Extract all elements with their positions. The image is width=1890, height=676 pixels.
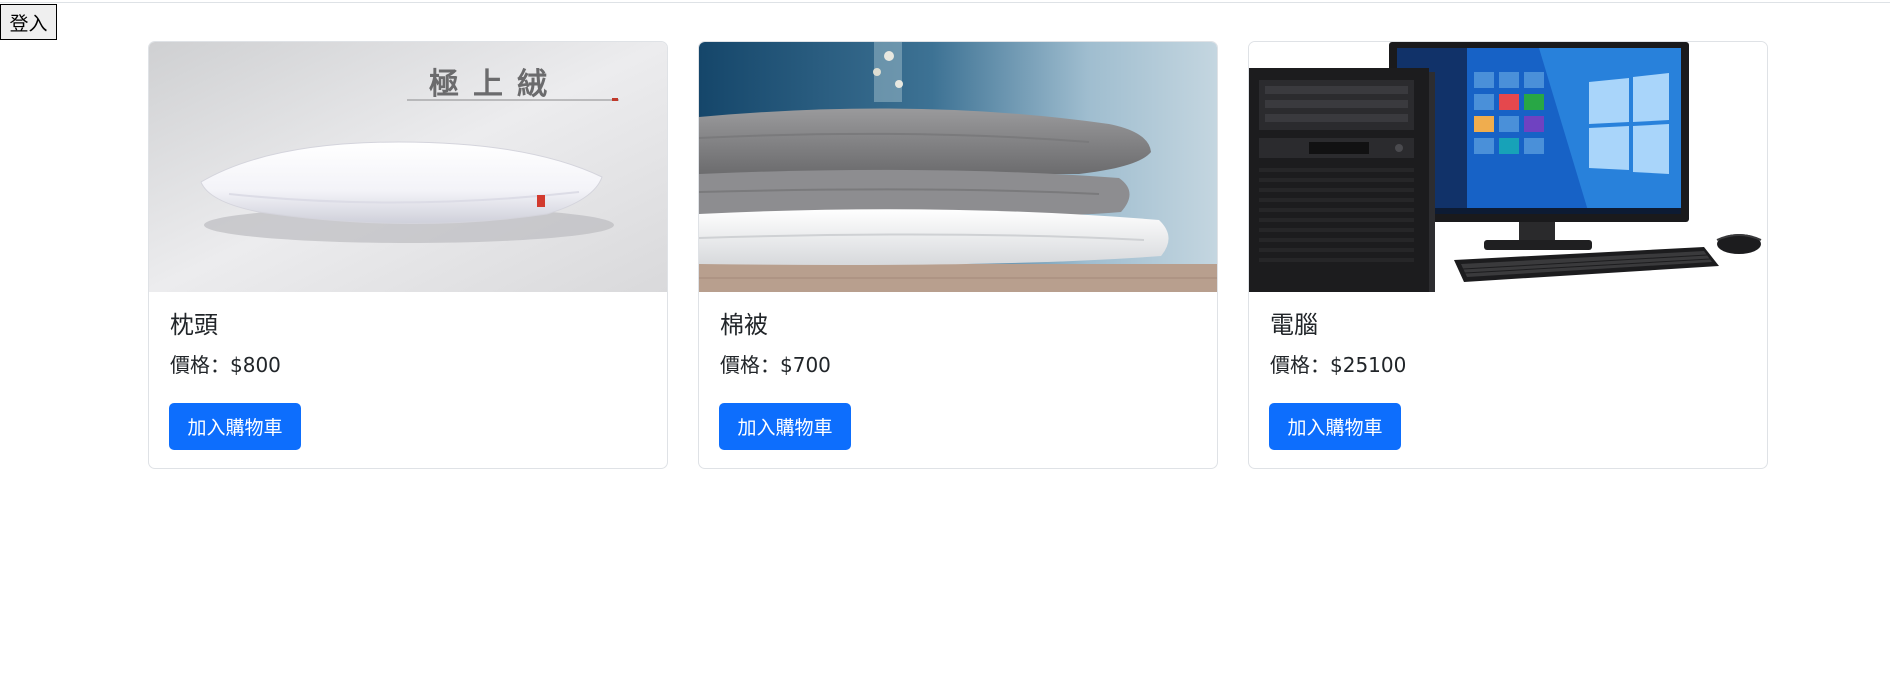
product-price: 價格：$800 <box>170 353 281 377</box>
add-to-cart-button[interactable]: 加入購物車 <box>719 403 851 450</box>
pillow-image: 極上絨 <box>149 42 667 292</box>
top-border <box>0 2 1890 3</box>
computer-image <box>1249 42 1767 292</box>
pillow-brand-text: 極上絨 <box>429 67 561 102</box>
product-card-computer: 電腦 價格：$25100 加入購物車 <box>1248 41 1768 469</box>
product-name: 電腦 <box>1270 311 1318 339</box>
product-image-pillow: 極上絨 <box>149 42 667 292</box>
product-list: 極上絨 枕頭 價格：$800 加入購物車 棉被 價格：$700 加入購物車 電腦… <box>148 41 1768 471</box>
product-image-quilt <box>699 42 1217 292</box>
product-card-quilt: 棉被 價格：$700 加入購物車 <box>698 41 1218 469</box>
product-price: 價格：$25100 <box>1270 353 1407 377</box>
quilt-image <box>699 42 1217 292</box>
product-image-computer <box>1249 42 1767 292</box>
product-card-pillow: 極上絨 枕頭 價格：$800 加入購物車 <box>148 41 668 469</box>
login-button[interactable]: 登入 <box>0 4 57 40</box>
add-to-cart-button[interactable]: 加入購物車 <box>1269 403 1401 450</box>
add-to-cart-button[interactable]: 加入購物車 <box>169 403 301 450</box>
product-name: 棉被 <box>720 311 768 339</box>
product-name: 枕頭 <box>170 311 218 339</box>
product-price: 價格：$700 <box>720 353 831 377</box>
